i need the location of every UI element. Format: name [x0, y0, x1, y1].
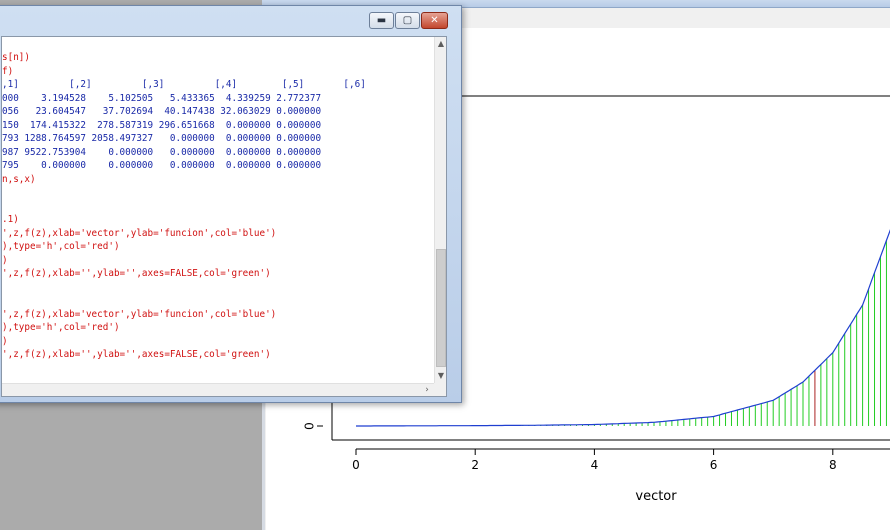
console-command-line: ) [2, 254, 8, 266]
x-tick-label: 4 [591, 458, 599, 472]
console-output-line: ,1] [,2] [,3] [,4] [,5] [,6] [2, 79, 366, 90]
x-tick-label: 2 [471, 458, 479, 472]
console-command-line: ',z,f(z),xlab='vector',ylab='funcion',co… [2, 308, 277, 320]
vertical-scrollbar[interactable]: ▲ ▼ [434, 37, 446, 383]
console-output-line: 795 0.000000 0.000000 0.000000 0.000000 … [2, 160, 322, 171]
console-output-line: 793 1288.764597 2058.497327 0.000000 0.0… [2, 133, 322, 144]
x-tick-label: 8 [829, 458, 837, 472]
console-window[interactable]: ▬ ▢ ✕ s[n]) f) ,1] [,2] [,3] [,4] [,5] [,6… [0, 5, 462, 403]
console-command-line: ),type='h',col='red') [2, 322, 120, 333]
scroll-right-arrow-icon[interactable]: › [422, 384, 432, 396]
close-button[interactable]: ✕ [421, 12, 448, 29]
console-command-line: ) [2, 335, 8, 347]
minimize-button[interactable]: ▬ [369, 12, 394, 29]
maximize-button[interactable]: ▢ [395, 12, 420, 29]
horizontal-scrollbar[interactable]: › [2, 383, 434, 396]
console-command-line: ',z,f(z),xlab='vector',ylab='funcion',co… [2, 227, 277, 239]
console-output-area[interactable]: s[n]) f) ,1] [,2] [,3] [,4] [,5] [,6] 000 3… [1, 36, 447, 397]
console-output-line: 987 9522.753904 0.000000 0.000000 0.0000… [2, 146, 322, 158]
scrollbar-corner [434, 383, 446, 396]
y-tick-label: 0 [303, 422, 317, 430]
scroll-up-arrow-icon[interactable]: ▲ [435, 37, 446, 51]
console-command-line: ',z,f(z),xlab='',ylab='',axes=FALSE,col=… [2, 268, 271, 279]
console-output-line: 150 174.415322 278.587319 296.651668 0.0… [2, 119, 322, 131]
console-command-line: f) [2, 65, 14, 77]
console-command-line: .1) [2, 214, 19, 225]
console-output-line: 000 3.194528 5.102505 5.433365 4.339259 … [2, 92, 322, 104]
console-command-line: ),type='h',col='red') [2, 241, 120, 252]
console-text[interactable]: s[n]) f) ,1] [,2] [,3] [,4] [,5] [,6] 000 3… [2, 37, 434, 383]
x-tick-label: 6 [710, 458, 718, 472]
console-output-line: 056 23.604547 37.702694 40.147438 32.063… [2, 106, 322, 117]
console-command-line: s[n]) [2, 52, 30, 63]
console-command-line: n,s,x) [2, 173, 36, 185]
scroll-down-arrow-icon[interactable]: ▼ [435, 369, 446, 383]
x-axis-ticks: 0 2 4 6 8 [352, 449, 837, 472]
x-tick-label: 0 [352, 458, 360, 472]
console-titlebar[interactable]: ▬ ▢ ✕ [0, 6, 461, 36]
vertical-scroll-thumb[interactable] [436, 249, 446, 367]
x-axis-label: vector [635, 489, 677, 504]
console-command-line: ',z,f(z),xlab='',ylab='',axes=FALSE,col=… [2, 349, 271, 360]
